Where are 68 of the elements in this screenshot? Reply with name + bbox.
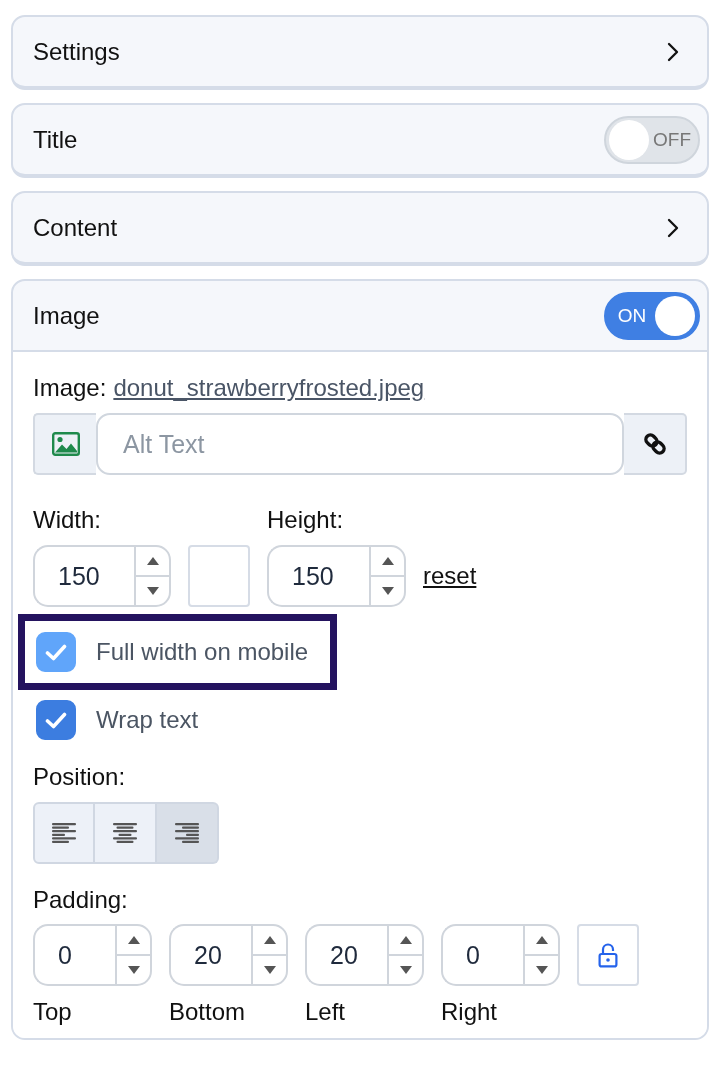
filename-link[interactable]: donut_strawberryfrosted.jpeg — [113, 374, 425, 402]
width-label: Width: — [33, 506, 101, 534]
triangle-down-icon — [263, 966, 276, 974]
toggle-switch[interactable]: ON — [604, 291, 700, 340]
align-center-icon — [113, 823, 137, 843]
panel-title: Title — [33, 125, 78, 154]
switch-knob — [655, 295, 695, 336]
align-left-button[interactable] — [33, 802, 95, 864]
align-left-icon — [52, 823, 76, 843]
number-field[interactable]: 0 — [441, 924, 523, 986]
image-icon — [51, 432, 80, 456]
toggle-switch[interactable]: OFF — [604, 115, 700, 164]
step-down-button[interactable] — [369, 576, 406, 607]
step-up-button[interactable] — [115, 924, 152, 955]
triangle-up-icon — [399, 936, 412, 944]
checkmark-icon — [45, 711, 67, 729]
height-label: Height: — [267, 506, 344, 534]
chevron-right-icon[interactable] — [667, 217, 679, 238]
lock-button[interactable] — [577, 924, 639, 986]
number-field[interactable]: 150 — [33, 545, 134, 607]
padding-side-label: Bottom — [169, 998, 246, 1026]
checkbox[interactable] — [36, 632, 76, 672]
padding-label: Padding: — [33, 886, 128, 914]
triangle-up-icon — [381, 557, 394, 565]
step-up-button[interactable] — [134, 545, 171, 576]
checkbox[interactable] — [36, 700, 76, 740]
step-down-button[interactable] — [134, 576, 171, 607]
step-up-button[interactable] — [369, 545, 406, 576]
padding-side-label: Top — [33, 998, 72, 1026]
panel-title: Content — [33, 213, 118, 242]
step-up-button[interactable] — [387, 924, 424, 955]
triangle-up-icon — [535, 936, 548, 944]
padding-side-label: Left — [305, 998, 346, 1026]
step-down-button[interactable] — [387, 955, 424, 986]
step-down-button[interactable] — [251, 955, 288, 986]
triangle-up-icon — [146, 557, 159, 565]
number-field[interactable]: 150 — [267, 545, 369, 607]
image-button[interactable] — [33, 413, 96, 475]
triangle-down-icon — [127, 966, 140, 974]
triangle-down-icon — [146, 587, 159, 595]
step-down-button[interactable] — [523, 955, 560, 986]
checkbox-label[interactable]: Wrap text — [96, 706, 199, 734]
link-button[interactable] — [624, 413, 687, 475]
triangle-up-icon — [263, 936, 276, 944]
padding-side-label: Right — [441, 998, 498, 1026]
step-up-button[interactable] — [523, 924, 560, 955]
triangle-down-icon — [535, 966, 548, 974]
switch-knob — [609, 119, 649, 160]
reset-link[interactable]: reset — [423, 562, 477, 590]
align-right-button[interactable] — [157, 802, 219, 864]
checkbox-label[interactable]: Full width on mobile — [96, 638, 309, 666]
triangle-down-icon — [399, 966, 412, 974]
image-label: Image: — [33, 374, 107, 402]
triangle-down-icon — [381, 587, 394, 595]
step-up-button[interactable] — [251, 924, 288, 955]
align-center-button[interactable] — [95, 802, 157, 864]
panel-title: Settings — [33, 37, 120, 66]
step-down-button[interactable] — [115, 955, 152, 986]
checkmark-icon — [45, 643, 67, 661]
position-label: Position: — [33, 763, 126, 791]
chevron-right-icon[interactable] — [667, 41, 679, 62]
alt-text-field[interactable]: Alt Text — [96, 413, 624, 475]
panel-title: Image — [33, 301, 100, 330]
number-field[interactable]: 0 — [33, 924, 115, 986]
number-field[interactable]: 20 — [305, 924, 387, 986]
number-field[interactable]: 20 — [169, 924, 251, 986]
triangle-up-icon — [127, 936, 140, 944]
align-right-icon — [175, 823, 199, 843]
